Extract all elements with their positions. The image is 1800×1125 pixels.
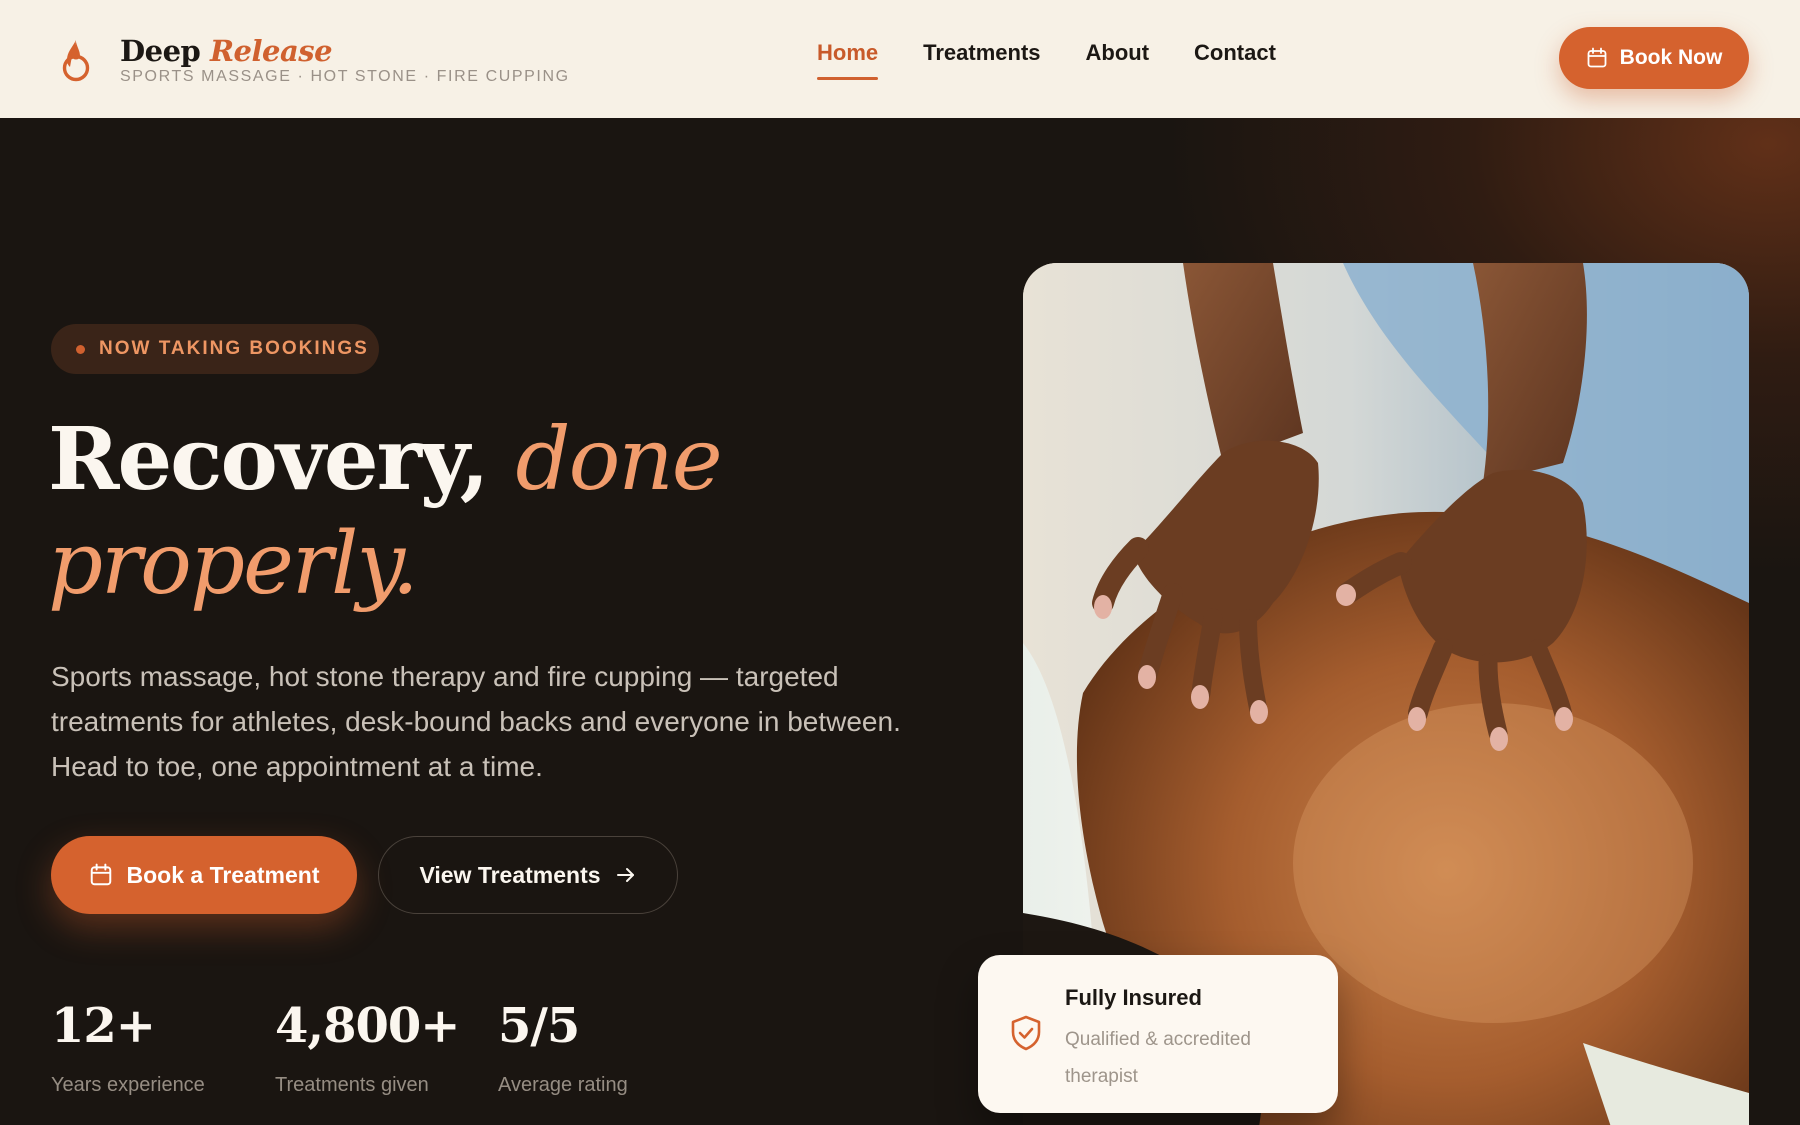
hero-lead: Sports massage, hot stone therapy and fi… bbox=[51, 661, 901, 782]
stat-value: 12+ bbox=[51, 998, 156, 1054]
nav-item-treatments[interactable]: Treatments bbox=[923, 40, 1040, 80]
view-treatments-button[interactable]: View Treatments bbox=[378, 836, 678, 914]
book-treatment-button[interactable]: Book a Treatment bbox=[51, 836, 357, 914]
stat-value: 4,800+ bbox=[275, 998, 461, 1054]
nav-item-contact[interactable]: Contact bbox=[1194, 40, 1276, 80]
nav-item-home[interactable]: Home bbox=[817, 40, 879, 80]
brand-name: Deep Release bbox=[120, 34, 570, 68]
stat-label: Treatments given bbox=[275, 1074, 429, 1096]
logo[interactable]: Deep Release SPORTS MASSAGE · HOT STONE … bbox=[58, 34, 568, 85]
nav-item-about[interactable]: About bbox=[1086, 40, 1150, 80]
arrow-right-icon bbox=[616, 868, 634, 882]
headline-accent-1: done bbox=[515, 410, 723, 510]
brand-name-plain: Deep bbox=[120, 34, 201, 68]
calendar-icon bbox=[1587, 47, 1607, 68]
stat-label: Years experience bbox=[51, 1074, 205, 1096]
book-treatment-label: Book a Treatment bbox=[126, 861, 320, 888]
brand-tagline: SPORTS MASSAGE · HOT STONE · FIRE CUPPIN… bbox=[120, 68, 570, 85]
hero-headline: Recovery, done properly. bbox=[48, 408, 723, 616]
stat-label: Average rating bbox=[498, 1074, 628, 1096]
flame-drop-icon bbox=[62, 40, 90, 82]
hero-stats: 12+ Years experience 4,800+ Treatments g… bbox=[51, 998, 698, 1097]
view-treatments-label: View Treatments bbox=[419, 861, 601, 888]
calendar-icon bbox=[90, 863, 111, 886]
book-now-label: Book Now bbox=[1619, 46, 1723, 69]
headline-plain: Recovery, bbox=[48, 409, 490, 510]
stat-value: 5/5 bbox=[498, 998, 580, 1054]
shield-check-icon bbox=[1011, 1015, 1041, 1051]
book-now-button[interactable]: Book Now bbox=[1559, 27, 1749, 89]
stat-item: 4,800+ Treatments given bbox=[275, 998, 498, 1097]
brand: Deep Release SPORTS MASSAGE · HOT STONE … bbox=[120, 34, 570, 86]
brand-name-accent: Release bbox=[209, 34, 333, 68]
site-header: Deep Release SPORTS MASSAGE · HOT STONE … bbox=[0, 0, 1800, 118]
insured-card: Fully Insured Qualified & accredited the… bbox=[978, 955, 1338, 1113]
stat-item: 12+ Years experience bbox=[51, 998, 275, 1097]
status-badge-label: NOW TAKING BOOKINGS bbox=[99, 338, 369, 359]
insured-subtitle: Qualified & accredited therapist bbox=[1065, 1029, 1251, 1087]
status-badge: NOW TAKING BOOKINGS bbox=[51, 324, 379, 374]
stat-item: 5/5 Average rating bbox=[498, 998, 698, 1097]
status-dot bbox=[76, 344, 85, 354]
headline-accent-2: properly. bbox=[48, 514, 419, 614]
main-nav: Home Treatments About Contact bbox=[817, 40, 1321, 80]
insured-title: Fully Insured bbox=[1065, 985, 1202, 1010]
hero-section: NOW TAKING BOOKINGS Recovery, done prope… bbox=[0, 118, 1800, 1125]
